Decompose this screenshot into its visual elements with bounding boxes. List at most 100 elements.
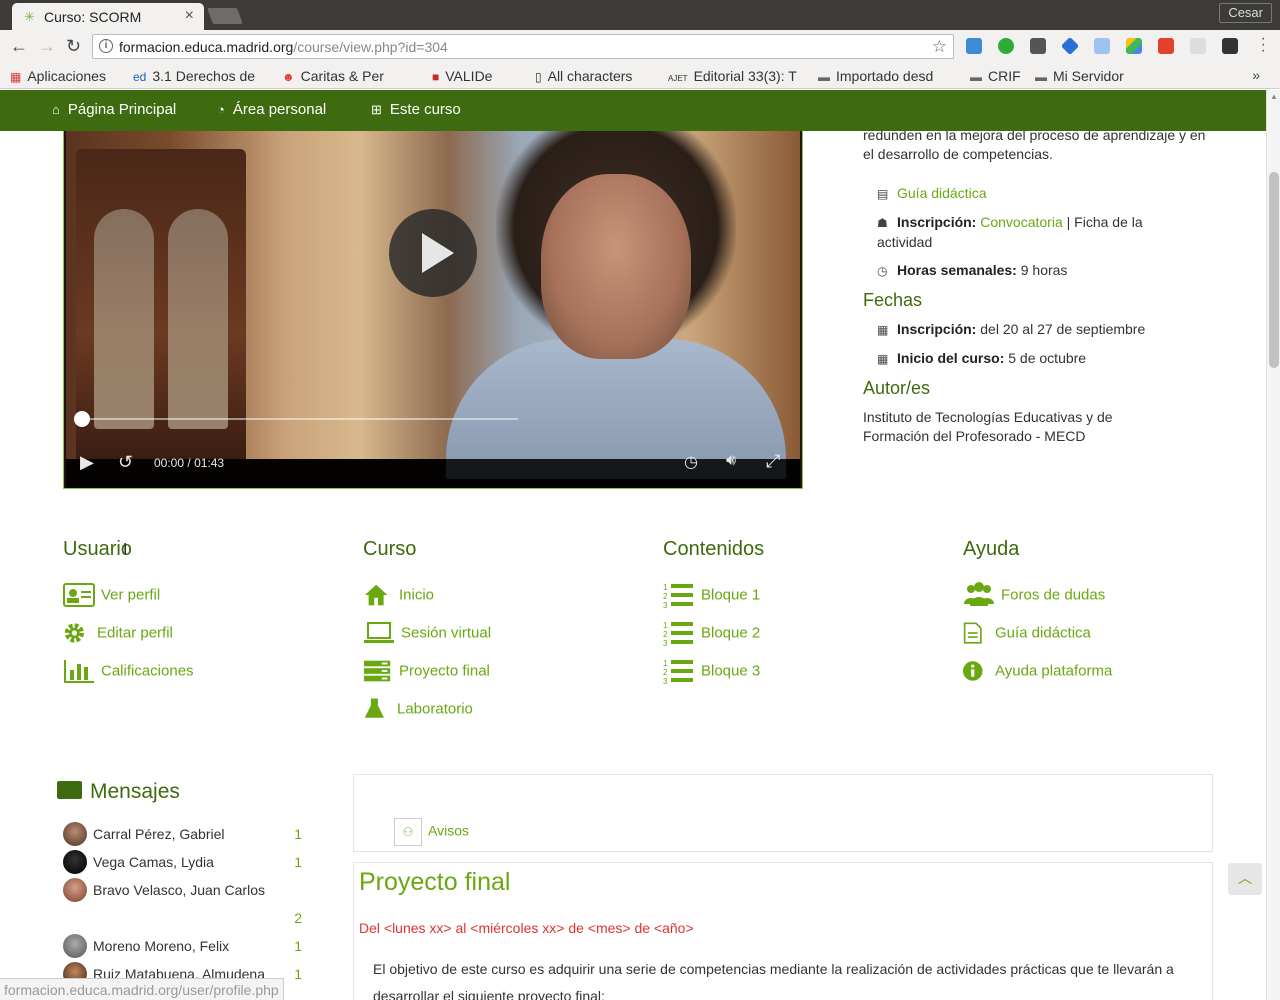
- authors-heading: Autor/es: [863, 378, 931, 398]
- bloque-2-link[interactable]: 1 2 3 Bloque 2: [663, 620, 760, 646]
- tab-close-icon[interactable]: ×: [185, 7, 194, 25]
- page-scrollbar[interactable]: ▲: [1266, 90, 1280, 1000]
- back-icon[interactable]: ←: [10, 36, 28, 57]
- bookmark-valide[interactable]: ■ VALIDe: [432, 68, 492, 84]
- menu-icon[interactable]: · · ·: [1261, 31, 1266, 59]
- inicio-link[interactable]: Inicio: [363, 582, 434, 608]
- new-tab-button[interactable]: [207, 8, 243, 24]
- scrollbar-thumb[interactable]: [1269, 172, 1279, 368]
- drive-icon[interactable]: [1126, 38, 1142, 54]
- svg-text:2: 2: [663, 592, 668, 601]
- apps-grid-icon: ▦: [10, 70, 22, 84]
- section-dates: Del <lunes xx> al <miércoles xx> de <mes…: [359, 920, 694, 936]
- browser-tab[interactable]: ✳ Curso: SCORM ×: [12, 3, 204, 30]
- bloque-1-link[interactable]: 1 2 3 Bloque 1: [663, 582, 760, 608]
- extension-cap-icon[interactable]: [1060, 36, 1080, 56]
- valide-icon: ■: [432, 70, 440, 84]
- bookmark-star-icon[interactable]: ☆: [932, 37, 947, 57]
- foros-dudas-label: Foros de dudas: [1001, 586, 1106, 604]
- message-sender: Vega Camas, Lydia: [93, 854, 214, 870]
- sesion-virtual-label: Sesión virtual: [401, 624, 492, 642]
- ver-perfil-link[interactable]: Ver perfil: [63, 582, 160, 608]
- address-bar[interactable]: i formacion.educa.madrid.org/course/view…: [92, 34, 954, 59]
- bookmark-label: Caritas & Per: [300, 68, 384, 84]
- nav-this-course[interactable]: ⊞ Este curso: [371, 101, 461, 118]
- forward-icon[interactable]: →: [38, 36, 56, 57]
- avatar: [63, 822, 87, 846]
- bookmark-label: Aplicaciones: [27, 68, 106, 84]
- big-play-button[interactable]: [389, 209, 477, 297]
- fullscreen-icon[interactable]: ⤢: [766, 451, 780, 472]
- video-player[interactable]: ▶ ↺ 00:00 / 01:43 ◷ 🔊︎ ⤢: [63, 118, 803, 489]
- play-icon[interactable]: ▶: [80, 452, 94, 473]
- ver-perfil-label: Ver perfil: [101, 586, 161, 604]
- message-row[interactable]: Bravo Velasco, Juan Carlos 2: [63, 878, 308, 932]
- info-icon[interactable]: i: [99, 39, 113, 53]
- separator: |: [1066, 214, 1071, 230]
- bookmarks-bar: ▦ Aplicaciones ed 3.1 Derechos de ☻ Caritas…: [0, 64, 1280, 89]
- guia-didactica-link[interactable]: Guía didáctica: [963, 620, 1091, 646]
- message-row[interactable]: Moreno Moreno, Felix 1: [63, 934, 308, 960]
- sitemap-icon: ⊞: [371, 102, 382, 117]
- extension-red-icon[interactable]: [1158, 38, 1174, 54]
- avatar: [63, 878, 87, 902]
- scroll-to-top-button[interactable]: ︿: [1228, 863, 1262, 895]
- bookmark-importado[interactable]: ▬ Importado desd: [818, 68, 933, 84]
- playback-speed-icon[interactable]: ◷: [684, 452, 698, 472]
- course-intro: redunden en la mejora del proceso de apr…: [863, 127, 1206, 162]
- folder-icon: ▬: [970, 70, 982, 84]
- message-count: 1: [294, 826, 302, 842]
- url-host: formacion.educa.madrid.org: [119, 39, 294, 55]
- bookmark-editorial[interactable]: AJET Editorial 33(3): T: [668, 68, 797, 84]
- bookmark-crif[interactable]: ▬ CRIF: [970, 68, 1021, 84]
- foros-dudas-link[interactable]: Foros de dudas: [963, 582, 1105, 608]
- bookmark-servidor[interactable]: ▬ Mi Servidor: [1035, 68, 1124, 84]
- enrollment-dates-row: ▦ Inscripción: del 20 al 27 de septiembre: [877, 320, 1197, 340]
- bookmarks-overflow-icon[interactable]: »: [1252, 67, 1260, 83]
- laboratorio-link[interactable]: Laboratorio: [363, 696, 473, 722]
- folder-icon: ▬: [1035, 70, 1047, 84]
- extension-t-icon[interactable]: [966, 38, 982, 54]
- rewind-10-icon[interactable]: ↺: [118, 452, 133, 473]
- extension-film-icon[interactable]: [1222, 38, 1238, 54]
- page-icon: ▯: [535, 70, 542, 84]
- ayuda-plataforma-link[interactable]: Ayuda plataforma: [963, 658, 1112, 684]
- message-row[interactable]: Carral Pérez, Gabriel 1: [63, 822, 308, 848]
- bookmark-characters[interactable]: ▯ All characters: [535, 68, 632, 84]
- dashboard-icon: ◔: [217, 102, 225, 117]
- extension-docs-icon[interactable]: [1094, 38, 1110, 54]
- volume-icon[interactable]: 🔊︎: [726, 452, 736, 470]
- text-cursor-icon: I: [123, 541, 128, 558]
- scroll-up-icon[interactable]: ▲: [1270, 92, 1278, 101]
- video-progress-knob[interactable]: [74, 411, 90, 427]
- profile-button[interactable]: Cesar: [1219, 3, 1272, 23]
- video-time-separator: /: [187, 456, 191, 470]
- message-row[interactable]: Vega Camas, Lydia 1: [63, 850, 308, 876]
- bloque-3-link[interactable]: 1 2 3 Bloque 3: [663, 658, 760, 684]
- extension-chat-icon[interactable]: [998, 38, 1014, 54]
- hours-label: Horas semanales:: [897, 262, 1017, 278]
- message-count: 2: [294, 910, 302, 926]
- nav-home[interactable]: ⌂ Página Principal: [52, 101, 176, 118]
- editar-perfil-link[interactable]: Editar perfil: [63, 620, 173, 646]
- reload-icon[interactable]: ↻: [66, 36, 81, 57]
- proyecto-final-link[interactable]: Proyecto final: [363, 658, 490, 684]
- extension-gray-icon[interactable]: [1190, 38, 1206, 54]
- sesion-virtual-link[interactable]: Sesión virtual: [363, 620, 491, 646]
- extension-lock-icon[interactable]: [1030, 38, 1046, 54]
- bookmark-derechos[interactable]: ed 3.1 Derechos de: [133, 68, 255, 84]
- guia-didactica-label: Guía didáctica: [995, 624, 1091, 642]
- calificaciones-link[interactable]: Calificaciones: [63, 658, 194, 684]
- guide-link[interactable]: Guía didáctica: [897, 185, 987, 201]
- video-progress-bar[interactable]: [78, 418, 518, 420]
- avisos-link[interactable]: ⚇ Avisos: [394, 818, 469, 846]
- message-sender: Bravo Velasco, Juan Carlos: [93, 882, 265, 898]
- home-icon: ⌂: [52, 102, 60, 117]
- convocatoria-link[interactable]: Convocatoria: [980, 214, 1063, 230]
- guide-row: ▤ Guía didáctica: [877, 184, 1197, 204]
- nav-personal-area[interactable]: ◔ Área personal: [217, 101, 326, 118]
- users-group-icon: [964, 582, 994, 606]
- bookmark-caritas[interactable]: ☻ Caritas & Per: [282, 68, 384, 84]
- server-icon: [363, 660, 391, 682]
- bookmark-apps[interactable]: ▦ Aplicaciones: [10, 68, 106, 84]
